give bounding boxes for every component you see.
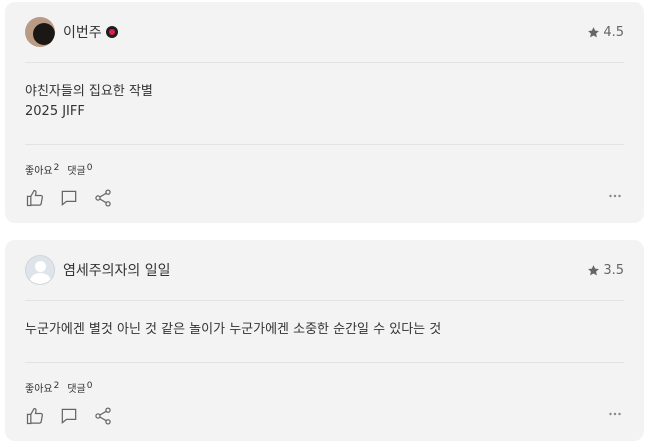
comments-count: 0 <box>86 163 93 173</box>
review-card: 이번주 4.5 야친자들의 집요한 작별 2025 JIFF 좋아요2 댓글0 <box>5 2 644 223</box>
avatar[interactable] <box>25 255 55 285</box>
review-stats: 좋아요2 댓글0 <box>25 144 624 177</box>
more-icon <box>609 412 621 416</box>
more-button[interactable] <box>606 187 624 209</box>
comments-stat: 댓글0 <box>67 162 92 177</box>
likes-stat: 좋아요2 <box>25 162 59 177</box>
rating: 3.5 <box>587 263 624 278</box>
review-actions <box>25 177 624 217</box>
star-icon <box>588 26 600 37</box>
review-stats: 좋아요2 댓글0 <box>25 362 624 395</box>
review-actions <box>25 395 624 435</box>
author-name[interactable]: 염세주의자의 일일 <box>63 260 171 280</box>
review-header: 이번주 4.5 <box>25 2 624 63</box>
author-name[interactable]: 이번주 <box>63 22 102 42</box>
star-icon <box>588 264 600 275</box>
review-text[interactable]: 누군가에겐 별것 아닌 것 같은 놀이가 누군가에겐 소중한 순간일 수 있다는… <box>25 301 624 362</box>
comments-label: 댓글 <box>67 384 86 395</box>
more-button[interactable] <box>606 405 624 427</box>
likes-count: 2 <box>53 381 60 391</box>
likes-label: 좋아요 <box>25 166 53 177</box>
thumbs-up-icon[interactable] <box>25 406 45 426</box>
comments-stat: 댓글0 <box>67 380 92 395</box>
review-text[interactable]: 야친자들의 집요한 작별 2025 JIFF <box>25 63 624 144</box>
thumbs-up-icon[interactable] <box>25 188 45 208</box>
review-header: 염세주의자의 일일 3.5 <box>25 240 624 301</box>
comment-icon[interactable] <box>59 188 79 208</box>
badge-icon <box>105 26 118 38</box>
more-icon <box>609 194 621 198</box>
avatar[interactable] <box>25 17 55 47</box>
rating-value: 3.5 <box>603 262 624 278</box>
comments-label: 댓글 <box>67 166 86 177</box>
share-icon[interactable] <box>93 188 113 208</box>
likes-stat: 좋아요2 <box>25 380 59 395</box>
likes-count: 2 <box>53 163 60 173</box>
comments-count: 0 <box>86 381 93 391</box>
comment-icon[interactable] <box>59 406 79 426</box>
share-icon[interactable] <box>93 406 113 426</box>
likes-label: 좋아요 <box>25 384 53 395</box>
rating-value: 4.5 <box>603 24 624 40</box>
rating: 4.5 <box>587 25 624 40</box>
review-card: 염세주의자의 일일 3.5 누군가에겐 별것 아닌 것 같은 놀이가 누군가에겐… <box>5 240 644 441</box>
